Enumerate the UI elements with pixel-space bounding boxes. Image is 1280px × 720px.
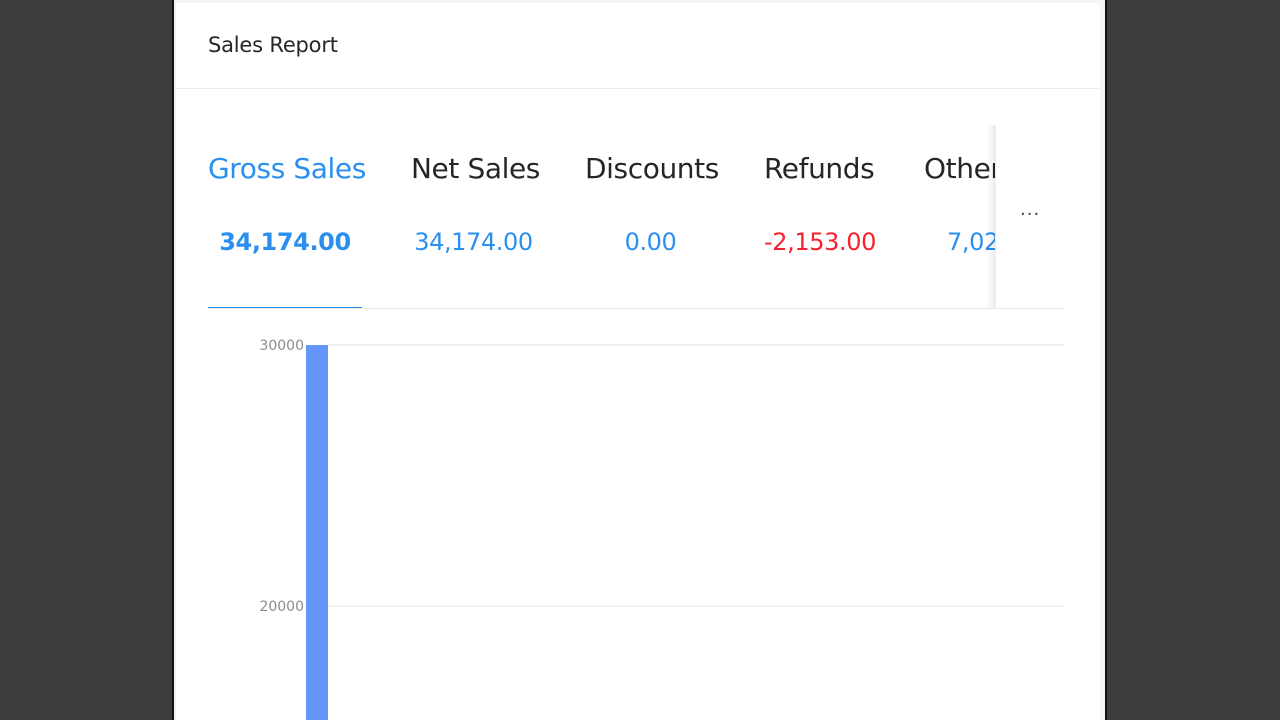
bar[interactable]: [306, 345, 328, 720]
tab-label: Net Sales: [411, 152, 540, 185]
tab-other[interactable]: Other 7,02: [924, 125, 995, 309]
tab-label: Gross Sales: [208, 152, 366, 185]
tab-refunds[interactable]: Refunds -2,153.00: [764, 125, 876, 309]
tab-value: -2,153.00: [764, 228, 876, 256]
tab-label: Refunds: [764, 152, 875, 185]
sales-report-card: Sales Report Gross Sales 34,174.00 Net S…: [176, 3, 1100, 720]
tab-value: 34,174.00: [414, 228, 533, 256]
ellipsis-icon: ...: [1020, 199, 1041, 220]
tab-discounts[interactable]: Discounts 0.00: [585, 125, 719, 309]
tab-label: Other: [924, 152, 995, 185]
metric-tabs: Gross Sales 34,174.00 Net Sales 34,174.0…: [176, 125, 995, 309]
y-tick-label: 30000: [259, 338, 304, 354]
tab-gross-sales[interactable]: Gross Sales 34,174.00: [208, 125, 366, 309]
sales-bar-chart: 30000 20000: [259, 338, 1064, 720]
tab-net-sales[interactable]: Net Sales 34,174.00: [411, 125, 540, 309]
tab-label: Discounts: [585, 152, 719, 185]
card-header: Sales Report: [176, 3, 1100, 89]
app-window: Sales Report Gross Sales 34,174.00 Net S…: [172, 0, 1107, 720]
tab-value: 34,174.00: [219, 228, 351, 256]
tab-value: 0.00: [624, 228, 677, 256]
y-tick-label: 20000: [259, 599, 304, 615]
tabs-more-button[interactable]: ...: [996, 125, 1064, 309]
card-title: Sales Report: [208, 33, 338, 57]
tabs-scroll-shadow: [986, 125, 996, 309]
